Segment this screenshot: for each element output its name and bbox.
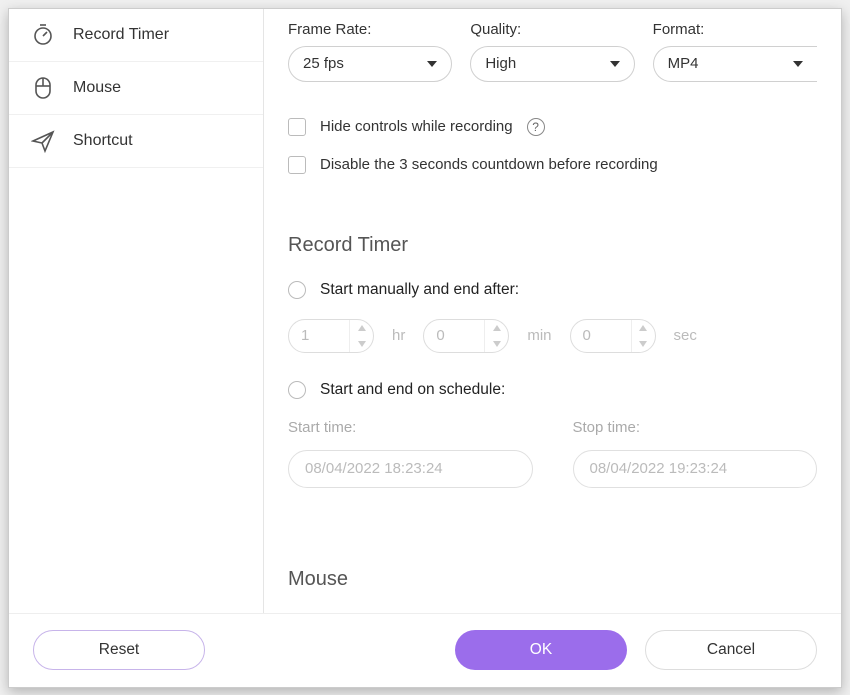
main-area: Record Timer Mouse Shortcut [9,9,841,613]
chevron-down-icon [427,61,437,67]
content-pane: Frame Rate: 25 fps Quality: High Format: [264,9,841,613]
minutes-spinner[interactable]: 0 [423,319,509,353]
mouse-section-title: Mouse [288,568,817,591]
frame-rate-label: Frame Rate: [288,21,452,38]
stop-time-label: Stop time: [573,419,818,436]
start-time-col: Start time: 08/04/2022 18:23:24 [288,419,533,488]
hr-label: hr [392,327,405,344]
ok-label: OK [530,641,552,659]
quality-value: High [485,55,516,72]
frame-rate-field: Frame Rate: 25 fps [288,21,452,82]
reset-button[interactable]: Reset [33,630,205,670]
start-time-value: 08/04/2022 18:23:24 [305,460,443,477]
disable-countdown-row: Disable the 3 seconds countdown before r… [288,156,817,174]
start-manual-radio[interactable] [288,281,306,299]
start-schedule-radio[interactable] [288,381,306,399]
start-time-label: Start time: [288,419,533,436]
footer: Reset OK Cancel [9,613,841,687]
quality-select[interactable]: High [470,46,634,82]
frame-rate-select[interactable]: 25 fps [288,46,452,82]
minutes-arrows [484,320,508,352]
disable-countdown-label: Disable the 3 seconds countdown before r… [320,156,658,173]
hours-value: 1 [289,320,349,352]
hide-controls-checkbox[interactable] [288,118,306,136]
chevron-down-icon [610,61,620,67]
mouse-icon [31,76,55,100]
hide-controls-row: Hide controls while recording ? [288,118,817,136]
start-schedule-row: Start and end on schedule: [288,381,817,399]
sidebar-item-record-timer[interactable]: Record Timer [9,9,263,62]
encoding-options-row: Frame Rate: 25 fps Quality: High Format: [288,21,817,82]
format-field: Format: MP4 [653,21,817,82]
start-manual-label: Start manually and end after: [320,281,519,299]
sidebar-item-label: Mouse [73,79,121,97]
hours-up[interactable] [350,320,373,336]
sidebar-item-label: Shortcut [73,132,133,150]
format-label: Format: [653,21,817,38]
hide-controls-label: Hide controls while recording [320,118,513,135]
stop-time-value: 08/04/2022 19:23:24 [590,460,728,477]
sidebar-item-mouse[interactable]: Mouse [9,62,263,115]
cancel-button[interactable]: Cancel [645,630,817,670]
reset-label: Reset [99,641,140,659]
ok-button[interactable]: OK [455,630,627,670]
seconds-down[interactable] [632,336,655,352]
chevron-down-icon [793,61,803,67]
duration-row: 1 hr 0 min 0 [288,319,817,353]
seconds-arrows [631,320,655,352]
seconds-spinner[interactable]: 0 [570,319,656,353]
disable-countdown-checkbox[interactable] [288,156,306,174]
hours-down[interactable] [350,336,373,352]
sidebar-item-label: Record Timer [73,26,169,44]
start-manual-row: Start manually and end after: [288,281,817,299]
cancel-label: Cancel [707,641,755,659]
timer-icon [31,23,55,47]
settings-window: Record Timer Mouse Shortcut [8,8,842,688]
minutes-value: 0 [424,320,484,352]
sidebar: Record Timer Mouse Shortcut [9,9,264,613]
minutes-up[interactable] [485,320,508,336]
seconds-value: 0 [571,320,631,352]
seconds-up[interactable] [632,320,655,336]
hours-arrows [349,320,373,352]
sidebar-item-shortcut[interactable]: Shortcut [9,115,263,168]
min-label: min [527,327,551,344]
minutes-down[interactable] [485,336,508,352]
quality-field: Quality: High [470,21,634,82]
schedule-row: Start time: 08/04/2022 18:23:24 Stop tim… [288,419,817,488]
format-value: MP4 [668,55,699,72]
record-timer-title: Record Timer [288,234,817,257]
frame-rate-value: 25 fps [303,55,344,72]
quality-label: Quality: [470,21,634,38]
sidebar-items: Record Timer Mouse Shortcut [9,9,263,613]
paper-plane-icon [31,129,55,153]
stop-time-col: Stop time: 08/04/2022 19:23:24 [573,419,818,488]
hours-spinner[interactable]: 1 [288,319,374,353]
stop-time-input[interactable]: 08/04/2022 19:23:24 [573,450,818,488]
help-icon[interactable]: ? [527,118,545,136]
start-time-input[interactable]: 08/04/2022 18:23:24 [288,450,533,488]
start-schedule-label: Start and end on schedule: [320,381,505,399]
sec-label: sec [674,327,697,344]
format-select[interactable]: MP4 [653,46,817,82]
